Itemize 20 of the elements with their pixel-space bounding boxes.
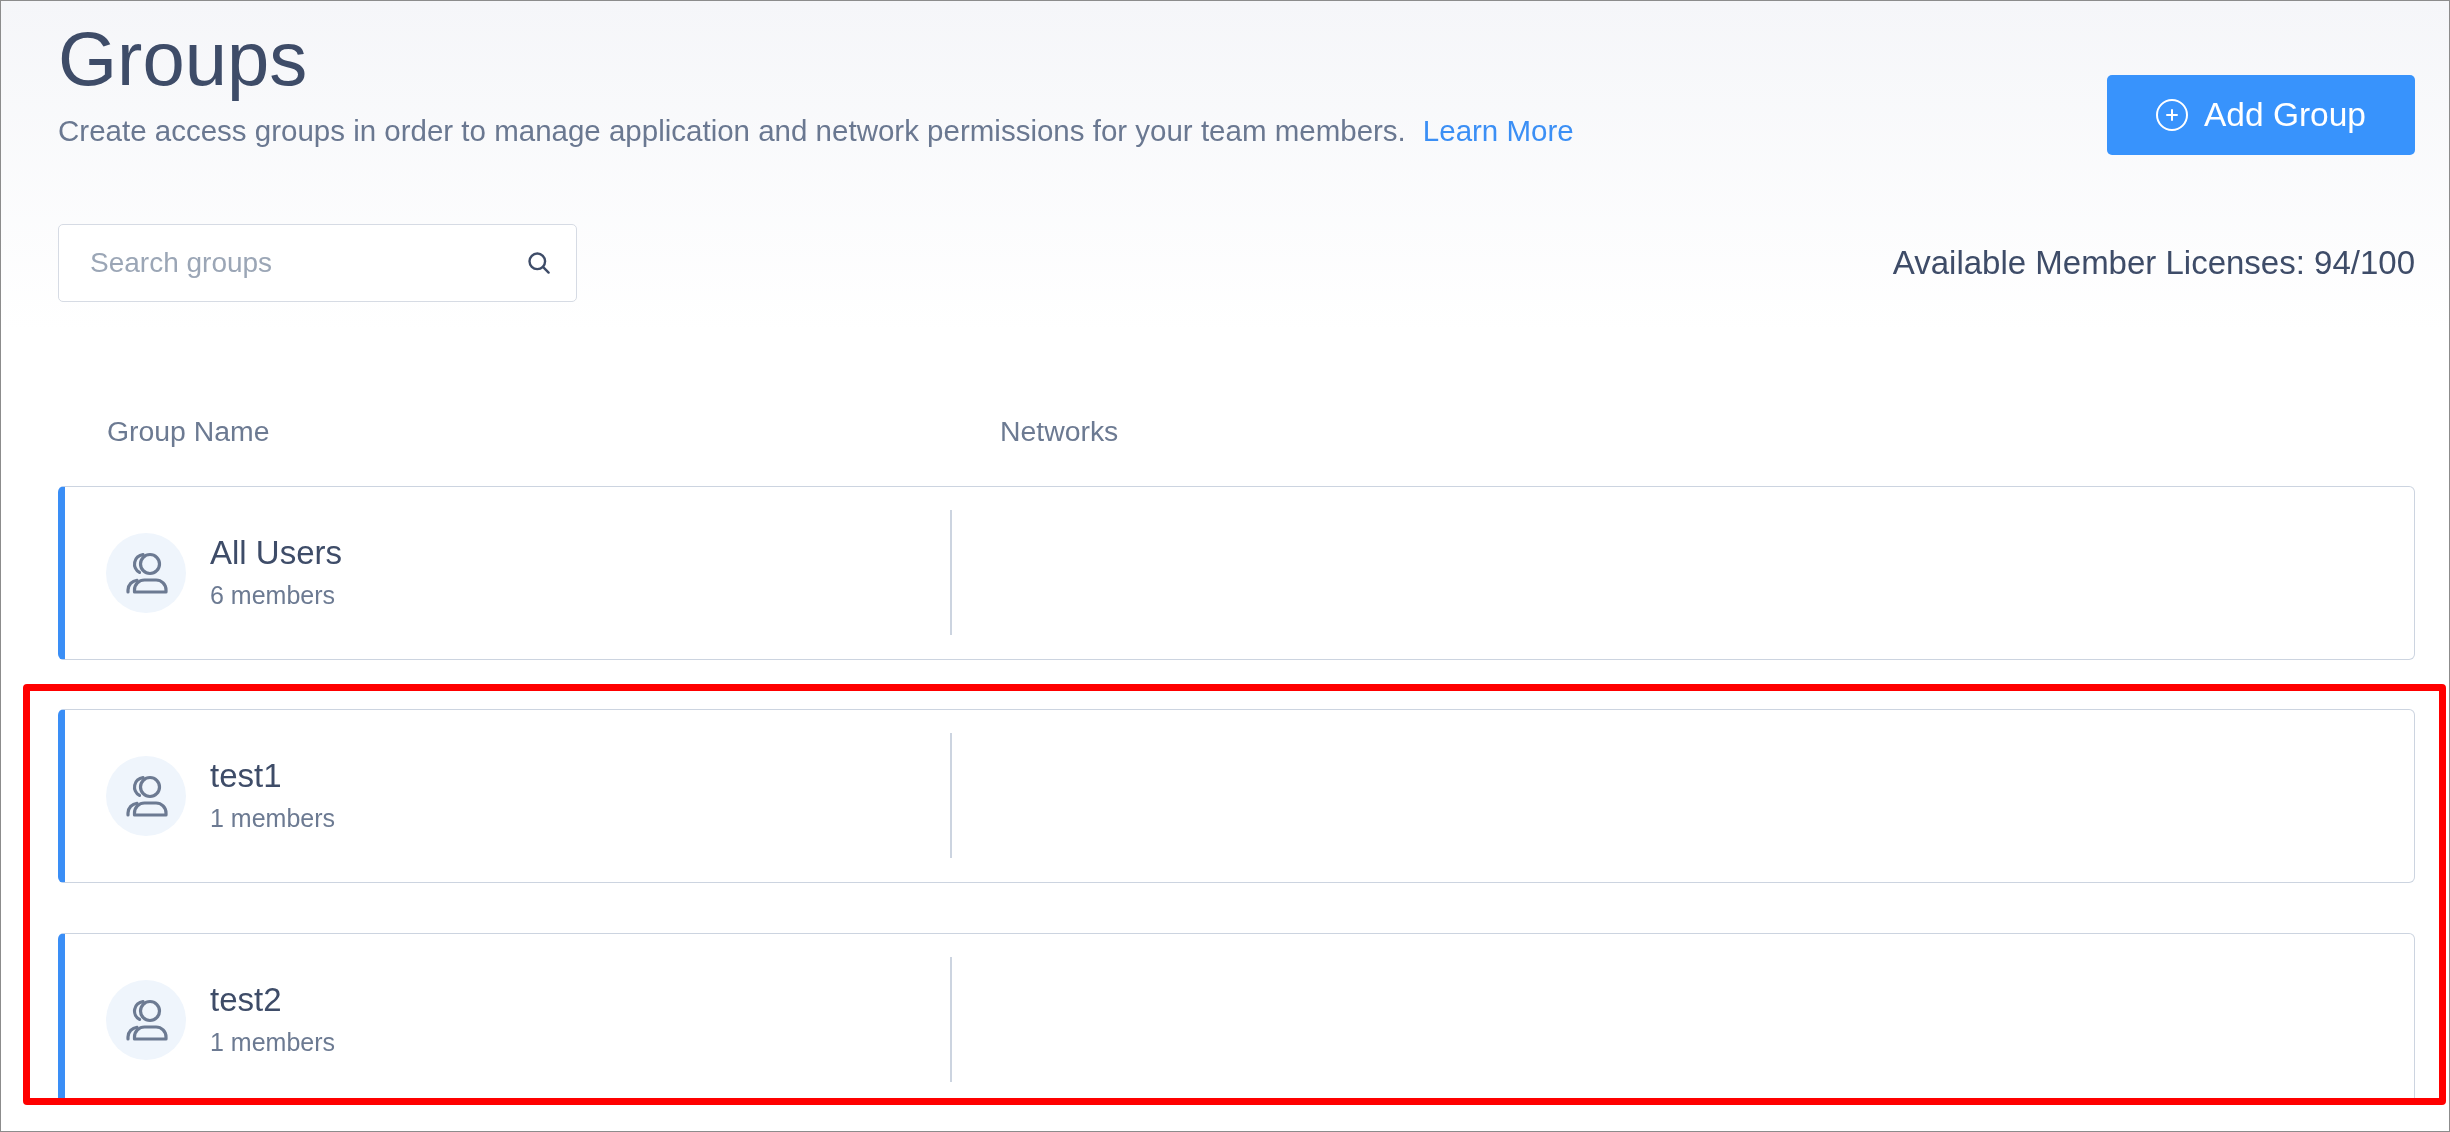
column-header: Group Name	[107, 415, 270, 447]
group-name: test1	[210, 755, 282, 796]
search-icon[interactable]	[528, 252, 550, 274]
group-row[interactable]: test2 1 members	[58, 933, 2415, 1098]
page-description: Create access groups in order to manage application and network permissions for your team members.	[58, 113, 1406, 149]
column-header: Networks	[1000, 415, 1119, 447]
group-name: All Users	[210, 532, 343, 573]
member-count: 1 members	[210, 802, 336, 833]
users-icon	[106, 756, 186, 836]
group-row[interactable]: test1 1 members	[58, 709, 2415, 883]
users-icon	[106, 980, 186, 1060]
page-title: Groups	[58, 15, 308, 103]
group-row[interactable]: All Users 6 members	[58, 486, 2415, 660]
license-count: Available Member Licenses: 94/100	[1892, 243, 2415, 283]
group-name: test2	[210, 979, 282, 1020]
member-count: 1 members	[210, 1026, 336, 1057]
member-count: 6 members	[210, 579, 336, 610]
search-field[interactable]: Search groups	[58, 224, 577, 302]
users-icon	[106, 533, 186, 613]
plus-circle-icon	[2156, 99, 2188, 131]
